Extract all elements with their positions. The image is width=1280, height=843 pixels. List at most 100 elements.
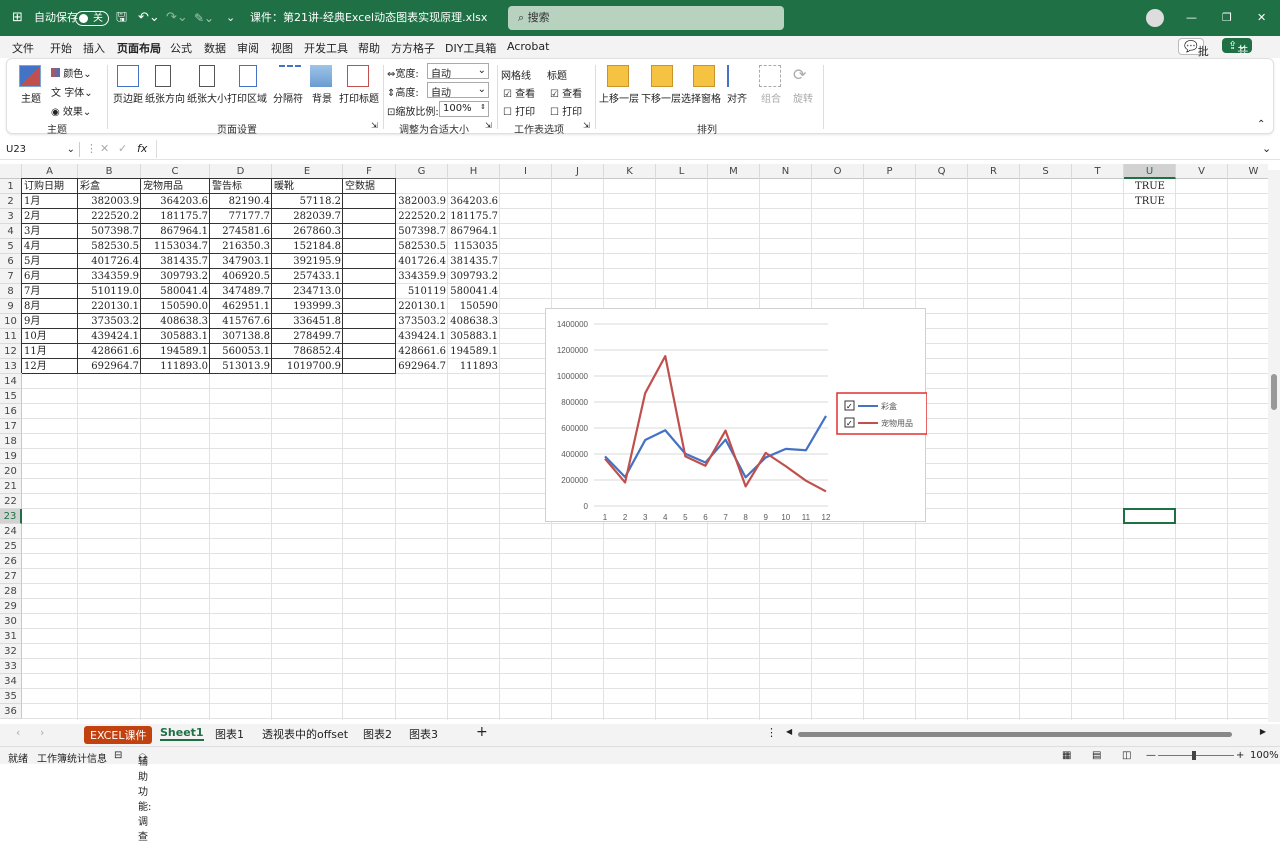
row-header[interactable]: 25 <box>0 539 22 554</box>
tab-file[interactable]: 文件 <box>12 40 34 56</box>
table-cell[interactable]: 560053.1 <box>210 344 272 359</box>
themes-icon[interactable] <box>19 65 41 87</box>
row-header[interactable]: 3 <box>0 209 22 224</box>
tab-acrobat[interactable]: Acrobat <box>507 40 549 53</box>
table-cell[interactable]: 428661.6 <box>396 344 448 359</box>
formula-input[interactable] <box>156 140 1256 158</box>
tab-diy[interactable]: DIY工具箱 <box>445 40 496 56</box>
expand-formula-icon[interactable]: ⌄ <box>1262 142 1271 155</box>
table-cell[interactable]: 2月 <box>22 209 78 224</box>
table-cell[interactable]: 867964.1 <box>448 224 500 239</box>
fonts-button[interactable]: 文 字体⌄ <box>51 84 93 99</box>
table-cell[interactable]: 193999.3 <box>272 299 343 314</box>
row-header[interactable]: 19 <box>0 449 22 464</box>
close-icon[interactable]: ✕ <box>1257 0 1266 36</box>
autosave-toggle[interactable]: 关 <box>75 11 109 26</box>
row-header[interactable]: 23 <box>0 509 22 524</box>
header-cell[interactable]: 宠物用品 <box>141 179 210 194</box>
table-cell[interactable]: 692964.7 <box>78 359 141 374</box>
height-select[interactable]: 自动⌄ <box>427 82 489 98</box>
row-header[interactable]: 5 <box>0 239 22 254</box>
table-cell[interactable]: 580041.4 <box>141 284 210 299</box>
table-cell[interactable]: 580041.4 <box>448 284 500 299</box>
table-cell[interactable]: 336451.8 <box>272 314 343 329</box>
table-cell[interactable]: 334359.9 <box>78 269 141 284</box>
table-cell[interactable] <box>343 344 396 359</box>
format-painter-icon[interactable]: ✎⌄ <box>194 0 214 36</box>
sheet-tab-chart1[interactable]: 图表1 <box>215 726 244 742</box>
background-button[interactable]: 背景 <box>312 90 332 105</box>
select-all-corner[interactable] <box>0 164 22 179</box>
table-cell[interactable]: 220130.1 <box>78 299 141 314</box>
page-layout-view-icon[interactable]: ▤ <box>1092 750 1101 761</box>
table-cell[interactable]: 373503.2 <box>396 314 448 329</box>
row-header[interactable]: 26 <box>0 554 22 569</box>
sheet-tab-chart3[interactable]: 图表3 <box>409 726 438 742</box>
orientation-button[interactable]: 纸张方向 <box>145 90 185 105</box>
table-cell[interactable]: 382003.9 <box>396 194 448 209</box>
add-sheet-icon[interactable]: + <box>476 724 488 740</box>
tab-developer[interactable]: 开发工具 <box>304 40 348 56</box>
table-cell[interactable]: 334359.9 <box>396 269 448 284</box>
tab-help[interactable]: 帮助 <box>358 40 380 56</box>
table-cell[interactable]: 867964.1 <box>141 224 210 239</box>
vertical-scroll-thumb[interactable] <box>1271 374 1277 410</box>
group-button[interactable]: 组合 <box>761 90 781 105</box>
row-header[interactable]: 28 <box>0 584 22 599</box>
horizontal-scroll-thumb[interactable] <box>798 732 1232 737</box>
cancel-icon[interactable]: ✕ <box>100 142 109 155</box>
size-icon[interactable] <box>199 65 215 87</box>
table-cell[interactable]: 8月 <box>22 299 78 314</box>
table-cell[interactable]: 1019700.9 <box>272 359 343 374</box>
row-header[interactable]: 18 <box>0 434 22 449</box>
table-cell[interactable]: 373503.2 <box>78 314 141 329</box>
table-cell[interactable]: 5月 <box>22 254 78 269</box>
table-cell[interactable]: 347903.1 <box>210 254 272 269</box>
row-header[interactable]: 12 <box>0 344 22 359</box>
themes-button[interactable]: 主题 <box>21 90 41 105</box>
column-header[interactable]: O <box>812 164 864 179</box>
row-header[interactable]: 11 <box>0 329 22 344</box>
gridlines-view-checkbox[interactable]: ☑ 查看 <box>503 85 535 100</box>
table-cell[interactable] <box>343 299 396 314</box>
zoom-slider-thumb[interactable] <box>1192 751 1196 760</box>
tab-home[interactable]: 开始 <box>50 40 72 56</box>
tab-fangfang[interactable]: 方方格子 <box>391 40 435 56</box>
table-cell[interactable]: 510119 <box>396 284 448 299</box>
tab-data[interactable]: 数据 <box>204 40 226 56</box>
margins-button[interactable]: 页边距 <box>113 90 143 105</box>
row-header[interactable]: 27 <box>0 569 22 584</box>
normal-view-icon[interactable]: ▦ <box>1062 750 1071 761</box>
enter-icon[interactable]: ✓ <box>118 142 127 155</box>
row-header[interactable]: 14 <box>0 374 22 389</box>
table-cell[interactable]: 692964.7 <box>396 359 448 374</box>
table-cell[interactable]: 111893.0 <box>141 359 210 374</box>
row-header[interactable]: 20 <box>0 464 22 479</box>
tab-formulas[interactable]: 公式 <box>170 40 192 56</box>
sheet-tab-sheet1[interactable]: Sheet1 <box>160 726 204 741</box>
tab-view[interactable]: 视图 <box>271 40 293 56</box>
table-cell[interactable] <box>343 194 396 209</box>
width-select[interactable]: 自动⌄ <box>427 63 489 79</box>
tab-page-layout[interactable]: 页面布局 <box>117 40 161 60</box>
row-header[interactable]: 29 <box>0 599 22 614</box>
active-cell[interactable] <box>1123 508 1176 524</box>
workbook-stats[interactable]: 工作簿统计信息 <box>37 750 107 765</box>
row-header[interactable]: 8 <box>0 284 22 299</box>
prev-sheet-icon[interactable]: ‹ <box>16 726 20 739</box>
table-cell[interactable]: 150590.0 <box>141 299 210 314</box>
save-icon[interactable]: 🖫 <box>116 0 127 36</box>
column-header[interactable]: M <box>708 164 760 179</box>
table-cell[interactable]: 7月 <box>22 284 78 299</box>
row-header[interactable]: 1 <box>0 179 22 194</box>
headings-print-checkbox[interactable]: ☐ 打印 <box>550 103 582 118</box>
table-cell[interactable]: 428661.6 <box>78 344 141 359</box>
user-avatar[interactable] <box>1146 9 1164 27</box>
column-header[interactable]: U <box>1124 164 1176 179</box>
column-header[interactable]: K <box>604 164 656 179</box>
bring-forward-button[interactable]: 上移一层 <box>599 90 639 105</box>
table-cell[interactable]: 274581.6 <box>210 224 272 239</box>
table-cell[interactable]: 305883.1 <box>448 329 500 344</box>
table-cell[interactable]: 11月 <box>22 344 78 359</box>
table-cell[interactable]: 582530.5 <box>78 239 141 254</box>
